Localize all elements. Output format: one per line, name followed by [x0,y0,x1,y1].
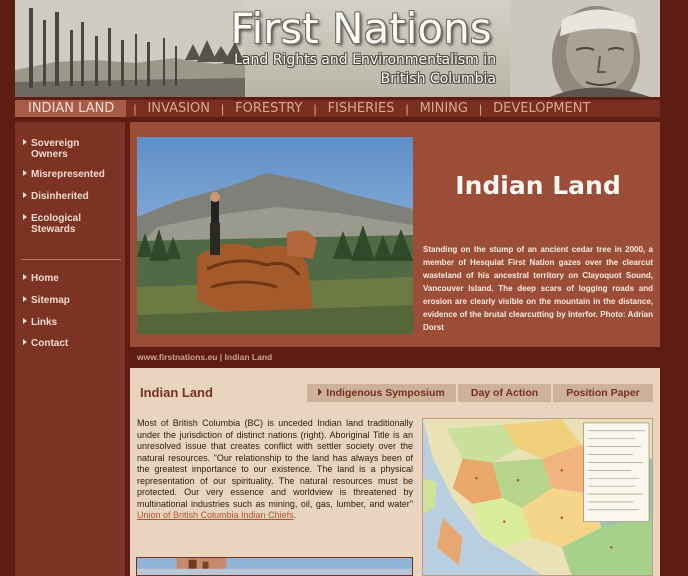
sidebar-item-home[interactable]: Home [23,273,116,284]
nav-separator: | [133,101,137,116]
tab-position-paper[interactable]: Position Paper [553,384,653,402]
sidebar-item-label: Links [31,317,58,328]
tab-label: Day of Action [470,387,539,399]
elder-portrait-image [510,0,660,97]
tab-day-of-action[interactable]: Day of Action [458,384,551,402]
clearcut-stump-photo [137,137,413,334]
header-banner: First Nations Land Rights and Environmen… [15,0,660,97]
nav-tab-mining[interactable]: Mining [416,100,472,117]
arrow-right-icon [23,170,27,176]
intro-paragraph: Most of British Columbia (BC) is unceded… [137,418,413,522]
sidebar-divider [21,259,121,260]
sidebar-item-label: Contact [31,338,69,349]
ubcic-link[interactable]: Union of British Columbia Indian Chiefs [137,510,294,520]
site-subtitle-line-1: Land Rights and Environmentalism in [234,52,496,68]
nav-tab-indian-land[interactable]: Indian Land [15,100,127,117]
nav-tab-invasion[interactable]: Invasion [143,100,214,117]
sidebar-item-sitemap[interactable]: Sitemap [23,295,116,306]
hero-title: Indian Land [455,171,621,200]
arrow-right-icon [23,296,27,302]
tab-label: Indigenous Symposium [326,387,445,399]
nav-separator: | [221,101,225,116]
sidebar-item-label: Home [31,273,59,284]
arrow-right-icon [23,318,27,324]
sidebar-item-ecological-stewards[interactable]: Ecological Stewards [23,213,91,235]
page-title: Indian Land [140,385,213,400]
arrow-right-icon [23,274,27,280]
sidebar-item-contact[interactable]: Contact [23,338,116,349]
site-title: First Nations [230,4,492,53]
first-nations-territory-map[interactable] [422,418,653,576]
arrow-right-icon [318,388,323,396]
sidebar-item-label: Misrepresented [31,169,105,180]
arrow-right-icon [23,139,27,145]
nav-separator: | [479,101,483,116]
sidebar-item-misrepresented[interactable]: Misrepresented [23,169,116,180]
sidebar-item-links[interactable]: Links [23,317,116,328]
arrow-right-icon [23,192,27,198]
arrow-right-icon [23,214,27,220]
nav-separator: | [405,101,409,116]
arrow-right-icon [23,339,27,345]
sidebar-item-label: Disinherited [31,191,89,202]
nav-tab-fisheries[interactable]: Fisheries [324,100,399,117]
sidebar-item-sovereign-owners[interactable]: Sovereign Owners [23,138,116,160]
intro-text-end: . [293,510,297,520]
nav-tab-development[interactable]: Development [489,100,594,117]
breadcrumb: www.firstnations.eu | Indian Land [137,352,273,362]
sidebar: Sovereign Owners Misrepresented Disinher… [15,122,125,576]
sidebar-item-disinherited[interactable]: Disinherited [23,191,116,202]
tab-label: Position Paper [566,387,640,399]
top-nav: Indian Land | Invasion | Forestry | Fish… [15,100,660,117]
hero-section: Indian Land Standing on the stump of an … [130,122,660,347]
content-panel: Indian Land Indigenous Symposium Day of … [130,368,660,576]
intro-text: Most of British Columbia (BC) is unceded… [137,418,413,509]
hero-caption: Standing on the stump of an ancient ceda… [423,245,653,332]
totem-thumbnail-image [136,557,413,576]
nav-tab-forestry[interactable]: Forestry [231,100,306,117]
site-subtitle-line-2: British Columbia [380,71,496,87]
subtabs: Indigenous Symposium Day of Action Posit… [307,384,655,402]
sidebar-item-label: Sitemap [31,295,70,306]
sidebar-item-label: Ecological Stewards [31,213,82,235]
nav-separator: | [313,101,317,116]
sidebar-item-label: Sovereign Owners [31,138,80,160]
tab-indigenous-symposium[interactable]: Indigenous Symposium [307,384,456,402]
